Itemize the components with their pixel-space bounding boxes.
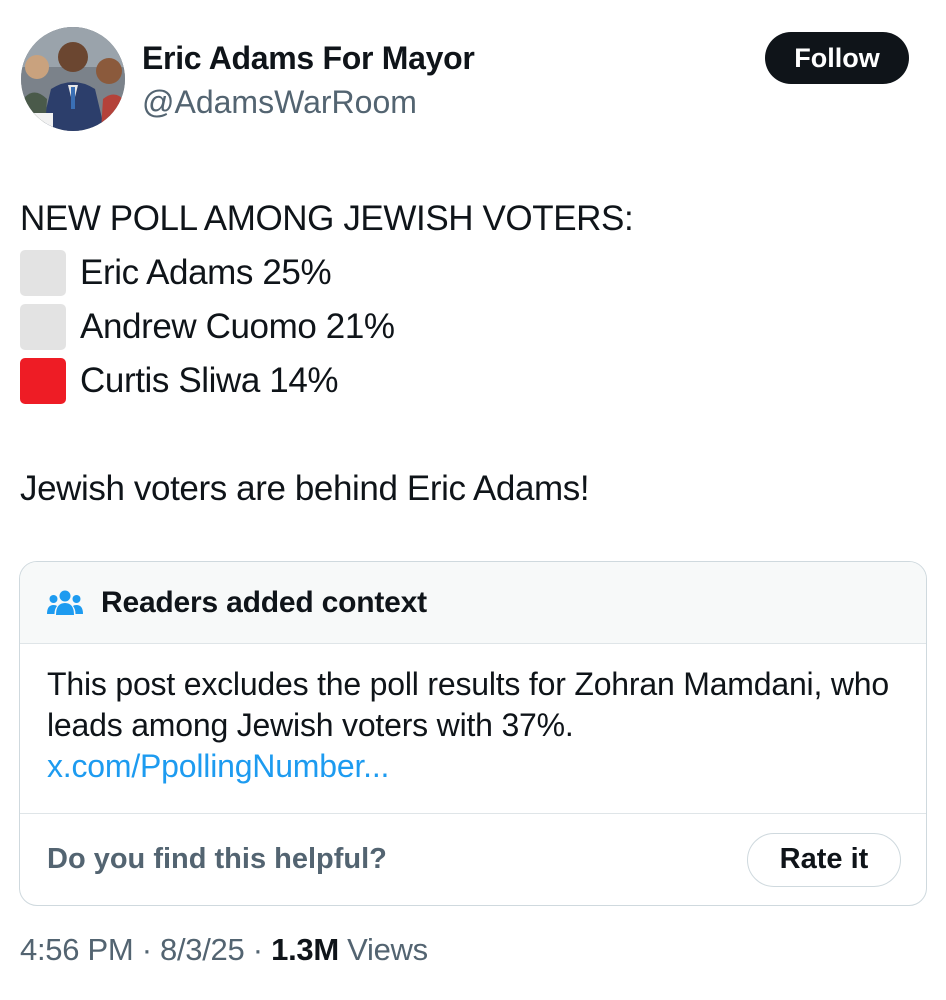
community-note: Readers added context This post excludes…: [19, 561, 927, 906]
author-display-name[interactable]: Eric Adams For Mayor: [142, 40, 475, 77]
community-note-title: Readers added context: [101, 585, 427, 619]
community-note-footer: Do you find this helpful? Rate it: [20, 814, 926, 905]
poll-line-text: Eric Adams 25%: [80, 253, 332, 292]
post-text: NEW POLL AMONG JEWISH VOTERS: Eric Adams…: [20, 192, 920, 516]
poll-line: Curtis Sliwa 14%: [20, 354, 920, 408]
avatar[interactable]: [21, 27, 125, 131]
white-square-icon: [20, 250, 66, 296]
community-note-body: This post excludes the poll results for …: [20, 644, 926, 814]
meta-separator: ·: [141, 932, 152, 967]
post-time[interactable]: 4:56 PM: [20, 932, 134, 967]
poll-line-text: Andrew Cuomo 21%: [80, 307, 395, 346]
people-icon: [47, 590, 83, 615]
post-closing: Jewish voters are behind Eric Adams!: [20, 469, 590, 508]
poll-line-text: Curtis Sliwa 14%: [80, 361, 339, 400]
helpful-prompt: Do you find this helpful?: [47, 843, 387, 875]
post-headline: NEW POLL AMONG JEWISH VOTERS:: [20, 199, 634, 238]
post-header: Eric Adams For Mayor @AdamsWarRoom Follo…: [0, 0, 946, 150]
post-date[interactable]: 8/3/25: [160, 932, 245, 967]
poll-line: Eric Adams 25%: [20, 246, 920, 300]
profile-photo-icon: [21, 27, 125, 131]
follow-button[interactable]: Follow: [765, 32, 909, 84]
meta-separator: ·: [252, 932, 263, 967]
rate-it-button[interactable]: Rate it: [747, 832, 901, 887]
views-count: 1.3M: [271, 932, 339, 967]
post-meta: 4:56 PM · 8/3/25 · 1.3M Views: [20, 932, 428, 968]
poll-line: Andrew Cuomo 21%: [20, 300, 920, 354]
red-square-icon: [20, 358, 66, 404]
community-note-text: This post excludes the poll results for …: [47, 666, 889, 743]
white-square-icon: [20, 304, 66, 350]
community-note-link[interactable]: x.com/PpollingNumber...: [47, 746, 899, 787]
author-handle[interactable]: @AdamsWarRoom: [142, 84, 417, 121]
community-note-header: Readers added context: [20, 562, 926, 644]
views-label: Views: [347, 932, 428, 967]
